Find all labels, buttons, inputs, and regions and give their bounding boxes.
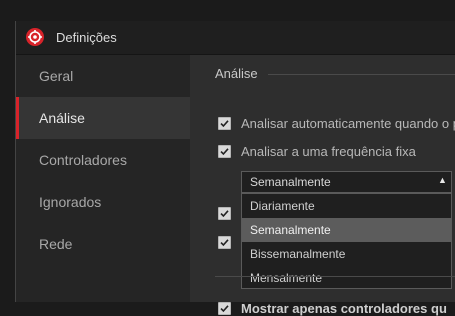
sidebar-item-label: Rede (39, 236, 73, 252)
checkmark-icon (220, 239, 229, 247)
fixed-frequency-checkbox[interactable] (218, 145, 231, 158)
checkmark-icon (220, 210, 229, 218)
settings-content: Análise Analisar automaticamente quando … (190, 55, 455, 316)
option-4-checkbox[interactable] (218, 236, 231, 249)
section-title: Análise (215, 66, 258, 81)
frequency-select[interactable]: Semanalmente ▲ (241, 171, 452, 193)
checkmark-icon (220, 148, 229, 156)
show-only-drivers-label: Mostrar apenas controladores qu (241, 301, 447, 316)
auto-scan-label: Analisar automaticamente quando o p (241, 116, 455, 131)
title-bar: Definições (16, 21, 455, 55)
options-divider (215, 276, 455, 277)
checkmark-icon (220, 305, 229, 313)
window-title: Definições (56, 30, 117, 45)
sidebar-item-label: Geral (39, 68, 74, 84)
dropdown-option-bissemanalmente[interactable]: Bissemanalmente (242, 242, 451, 266)
dropdown-option-diariamente[interactable]: Diariamente (242, 194, 451, 218)
sidebar-item-geral[interactable]: Geral (16, 55, 190, 97)
sidebar-item-analise[interactable]: Análise (16, 97, 190, 139)
frequency-select-value: Semanalmente (250, 175, 331, 189)
sidebar-item-controladores[interactable]: Controladores (16, 139, 190, 181)
chevron-up-icon: ▲ (438, 175, 447, 185)
section-divider (268, 74, 455, 75)
frequency-dropdown-list: Diariamente Semanalmente Bissemanalmente… (241, 193, 452, 289)
sidebar-item-label: Controladores (39, 152, 127, 168)
sidebar-item-rede[interactable]: Rede (16, 223, 190, 265)
settings-sidebar: Geral Análise Controladores Ignorados Re… (16, 55, 190, 302)
checkmark-icon (220, 120, 229, 128)
app-logo-icon (26, 28, 44, 46)
sidebar-item-label: Ignorados (39, 194, 102, 210)
settings-window: Definições Geral Análise Controladores I… (15, 21, 455, 316)
sidebar-item-ignorados[interactable]: Ignorados (16, 181, 190, 223)
dropdown-option-mensalmente[interactable]: Mensalmente (242, 266, 451, 290)
sidebar-item-label: Análise (39, 110, 85, 126)
option-3-checkbox[interactable] (218, 207, 231, 220)
show-only-drivers-checkbox[interactable] (218, 302, 231, 315)
auto-scan-checkbox[interactable] (218, 117, 231, 130)
dropdown-option-semanalmente[interactable]: Semanalmente (242, 218, 451, 242)
fixed-frequency-label: Analisar a uma frequência fixa (241, 144, 416, 159)
